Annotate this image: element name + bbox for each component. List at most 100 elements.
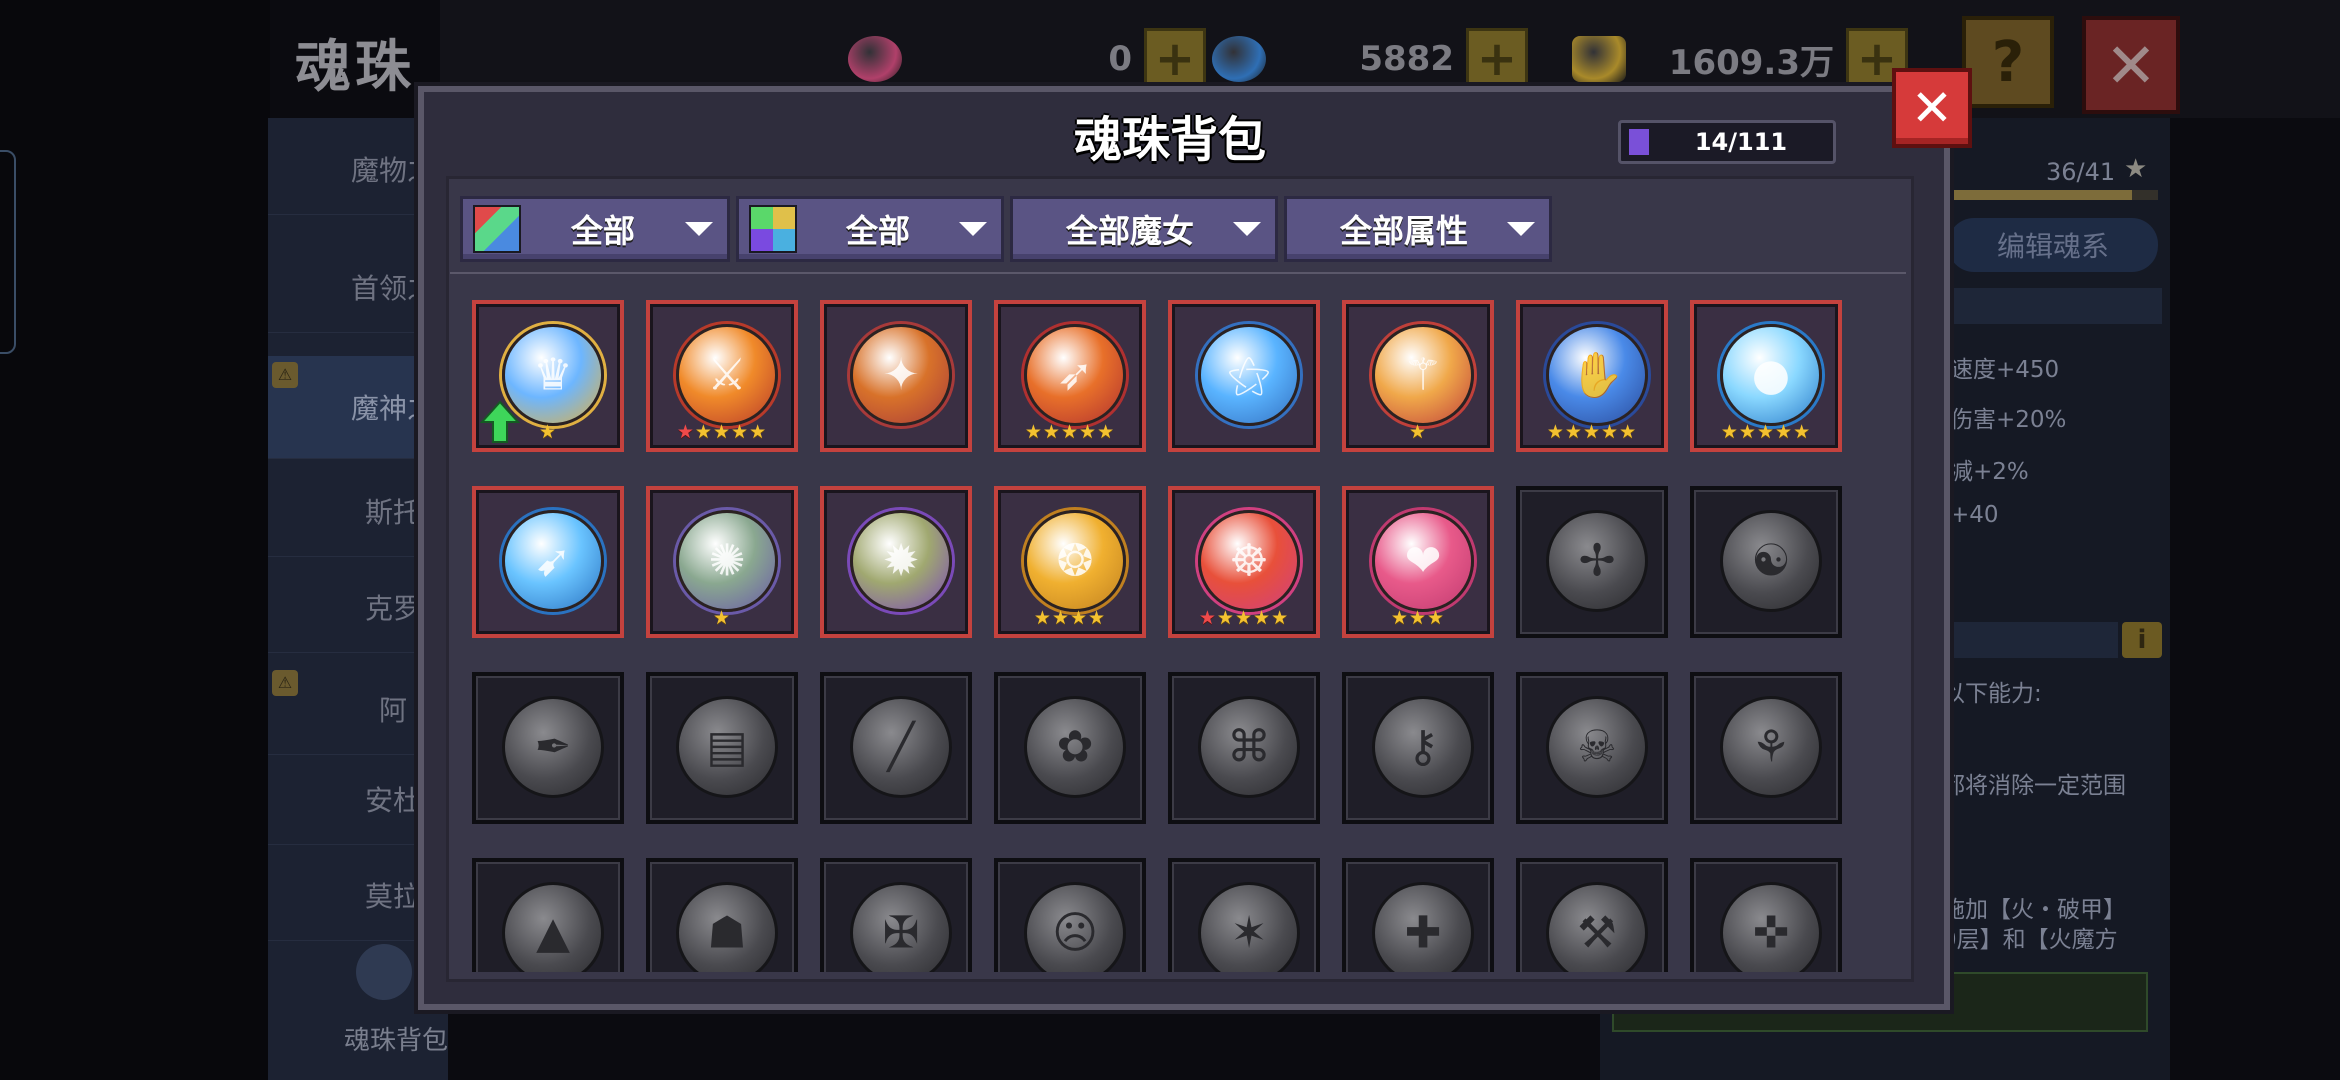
locked-orb-slot[interactable]: ✚ <box>1342 858 1494 972</box>
red-star-icon: ★ <box>676 421 695 443</box>
locked-orb-slot[interactable]: ✠ <box>820 858 972 972</box>
sidebar-item-label: 阿 <box>378 694 407 727</box>
close-page-button[interactable]: ✕ <box>2082 16 2180 114</box>
gold-star-icon: ★ <box>1775 421 1794 443</box>
gold-star-icon: ★ <box>1564 421 1583 443</box>
golden-staff-icon: ⚚ <box>1372 324 1474 426</box>
locked-orb-slot[interactable]: ☯ <box>1690 486 1842 638</box>
locked-orb-slot[interactable]: ⚒ <box>1516 858 1668 972</box>
currency-value: 1609.3万 <box>1668 42 1834 83</box>
capacity-icon <box>1629 129 1649 155</box>
locked-orb-slot[interactable]: ☠ <box>1516 672 1668 824</box>
soul-orb-slot[interactable]: ➶ ★★★★★ <box>994 300 1146 452</box>
rarity-filter-dropdown[interactable]: 全部 <box>460 196 730 262</box>
currency-gold: 1609.3万 + <box>1572 22 1908 96</box>
orb-glyph: ☠ <box>1577 721 1617 773</box>
star-rating: ★★★★★ <box>1172 608 1316 628</box>
close-modal-button[interactable]: ✕ <box>1892 68 1972 148</box>
gold-star-icon: ★ <box>1088 607 1107 629</box>
upgrade-arrow-icon <box>480 400 520 443</box>
soul-orb-slot[interactable]: ✋ ★★★★★ <box>1516 300 1668 452</box>
orb-glyph: ⚚ <box>1403 349 1443 401</box>
locked-key-icon: ⚷ <box>1372 696 1474 798</box>
star-rating: ★ <box>1346 422 1490 442</box>
ability-text: 0层】和【火魔方 <box>1942 927 2118 953</box>
edge-tab[interactable] <box>0 150 16 354</box>
orb-glyph: ● <box>1751 349 1791 401</box>
locked-orb-slot[interactable]: ▲ <box>472 858 624 972</box>
orb-glyph: ➶ <box>1056 349 1094 401</box>
gold-star-icon: ★ <box>712 421 732 443</box>
fire-bow-icon: ➶ <box>1024 324 1126 426</box>
gold-star-icon: ★ <box>1070 607 1089 629</box>
ability-text: 施加【火・破甲】 <box>1942 897 2126 923</box>
filter-label: 全部 <box>845 212 910 250</box>
star-rating: ★★★★★ <box>650 422 794 442</box>
orb-glyph: ❤ <box>1404 535 1442 587</box>
capacity-text: 14/111 <box>1694 128 1788 156</box>
locked-beast-icon: ☠ <box>1546 696 1648 798</box>
heart-demon-icon: ❤ <box>1372 510 1474 612</box>
frost-blade-icon: ⚝ <box>1198 324 1300 426</box>
ice-feather-icon: ➹ <box>502 510 604 612</box>
locked-orb-slot[interactable]: ⚘ <box>1690 672 1842 824</box>
snow-orb-icon: ● <box>1720 324 1822 426</box>
currency-value: 5882 <box>1359 39 1454 79</box>
locked-rune-icon: ⌘ <box>1198 696 1300 798</box>
ability-text: 都将消除一定范围 <box>1942 773 2126 799</box>
locked-orb-slot[interactable]: ✜ <box>1690 858 1842 972</box>
element-filter-dropdown[interactable]: 全部 <box>736 196 1004 262</box>
golden-beast-icon: ❂ <box>1024 510 1126 612</box>
locked-orb-slot[interactable]: ⚷ <box>1342 672 1494 824</box>
help-button[interactable]: ? <box>1962 16 2054 108</box>
locked-orb-slot[interactable]: ╱ <box>820 672 972 824</box>
locked-orb-slot[interactable]: ✢ <box>1516 486 1668 638</box>
gold-star-icon: ★ <box>538 421 558 443</box>
soul-orb-slot[interactable]: ● ★★★★★ <box>1690 300 1842 452</box>
ability-header: 以下能力: <box>1942 681 2042 707</box>
locked-hat-icon: ▲ <box>502 882 604 972</box>
info-icon[interactable]: i <box>2122 622 2162 658</box>
edit-soul-button[interactable]: 编辑魂系 <box>1948 218 2158 272</box>
add-blue-gem-button[interactable]: + <box>1466 28 1528 90</box>
attribute-filter-dropdown[interactable]: 全部属性 <box>1284 196 1552 262</box>
orb-glyph: ▲ <box>536 907 570 959</box>
soul-orb-slot[interactable]: ❂ ★★★★ <box>994 486 1146 638</box>
gold-star-icon: ★ <box>1390 607 1409 629</box>
orb-glyph: ✒ <box>534 721 572 773</box>
filter-label: 全部属性 <box>1339 212 1468 250</box>
witch-filter-dropdown[interactable]: 全部魔女 <box>1010 196 1278 262</box>
filter-divider <box>450 272 1906 274</box>
soul-orb-slot[interactable]: ✦ <box>820 300 972 452</box>
gold-star-icon: ★ <box>1079 421 1098 443</box>
soul-orb-slot[interactable]: ⚚ ★ <box>1342 300 1494 452</box>
soul-orb-slot[interactable]: ✹ <box>820 486 972 638</box>
locked-orb-slot[interactable]: ⌘ <box>1168 672 1320 824</box>
soul-orb-slot[interactable]: ⚔ ★★★★★ <box>646 300 798 452</box>
flame-sword-icon: ⚔ <box>676 324 778 426</box>
orb-glyph: ⚷ <box>1406 721 1440 773</box>
orb-glyph: ⚒ <box>1577 907 1617 959</box>
locked-orb-slot[interactable]: ✒ <box>472 672 624 824</box>
gold-coin-icon <box>1572 36 1626 82</box>
orb-glyph: ❂ <box>1056 535 1094 587</box>
locked-orb-slot[interactable]: ✶ <box>1168 858 1320 972</box>
soul-orb-slot[interactable]: ♛ ★ <box>472 300 624 452</box>
locked-orb-slot[interactable]: ✿ <box>994 672 1146 824</box>
locked-orb-slot[interactable]: ▤ <box>646 672 798 824</box>
soul-bag-tab-label[interactable]: 魂珠背包 <box>344 1020 448 1057</box>
gold-star-icon: ★ <box>1408 607 1428 629</box>
orb-glyph: ✋ <box>1569 350 1625 401</box>
locked-orb-slot[interactable]: ☗ <box>646 858 798 972</box>
locked-orb-slot[interactable]: ☹ <box>994 858 1146 972</box>
gold-star-icon: ★ <box>1738 421 1757 443</box>
orb-glyph: ☯ <box>1751 535 1791 587</box>
soul-orb-slot[interactable]: ✺ ★ <box>646 486 798 638</box>
soul-orb-slot[interactable]: ❤ ★★★ <box>1342 486 1494 638</box>
add-pink-gem-button[interactable]: + <box>1144 28 1206 90</box>
soul-orb-slot[interactable]: ➹ <box>472 486 624 638</box>
sapphire-hand-icon: ✋ <box>1546 324 1648 426</box>
blue-gem-icon <box>1212 36 1266 82</box>
soul-orb-slot[interactable]: ☸ ★★★★★ <box>1168 486 1320 638</box>
soul-orb-slot[interactable]: ⚝ <box>1168 300 1320 452</box>
